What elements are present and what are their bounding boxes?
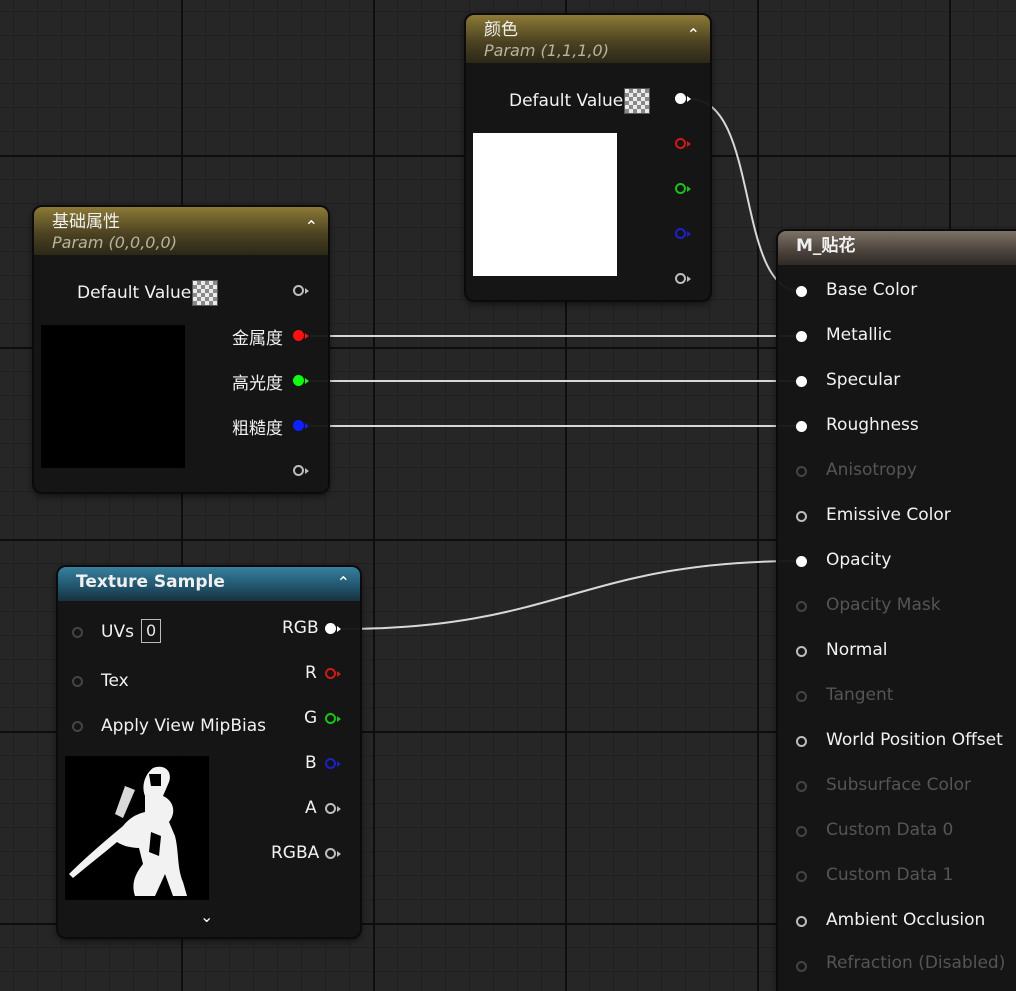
output-label-r: R: [305, 663, 317, 683]
input-pin-tex[interactable]: [72, 676, 83, 687]
output-pin-default[interactable]: [293, 285, 304, 296]
output-pin-g[interactable]: [325, 713, 336, 724]
input-pin-uvs[interactable]: [72, 627, 83, 638]
output-label-roughness: 粗糙度: [232, 419, 283, 439]
output-pin-b[interactable]: [325, 758, 336, 769]
output-pin-specular[interactable]: [293, 375, 304, 386]
collapse-icon[interactable]: ⌃: [337, 573, 350, 592]
base-node-title: 基础属性: [52, 212, 120, 232]
output-pin-a[interactable]: [293, 465, 304, 476]
input-pin-specular[interactable]: [796, 376, 807, 387]
output-pin-rgba[interactable]: [325, 848, 336, 859]
input-pin-world-position-offset[interactable]: [796, 736, 807, 747]
output-pin-metallic[interactable]: [293, 330, 304, 341]
color-preview: [473, 133, 617, 276]
output-pin-g[interactable]: [675, 183, 686, 194]
output-pin-a[interactable]: [675, 273, 686, 284]
color-node-title: 颜色: [484, 20, 518, 40]
input-label-tex: Tex: [101, 671, 129, 691]
output-label-rgb: RGB: [282, 618, 319, 638]
output-pin-b[interactable]: [675, 228, 686, 239]
texture-preview: [65, 756, 209, 900]
input-label-opacity-mask: Opacity Mask: [826, 595, 941, 615]
collapse-icon[interactable]: ⌃: [687, 25, 700, 44]
output-label-rgba: RGBA: [271, 843, 320, 863]
input-pin-metallic[interactable]: [796, 331, 807, 342]
input-label-roughness: Roughness: [826, 415, 919, 435]
input-pin-opacity-mask[interactable]: [796, 601, 807, 612]
input-pin-ambient-occlusion[interactable]: [796, 916, 807, 927]
base-param-node[interactable]: 基础属性 Param (0,0,0,0) ⌃ Default Value 金属度…: [34, 207, 328, 492]
output-label-a: A: [305, 798, 317, 818]
input-label-anisotropy: Anisotropy: [826, 460, 917, 480]
output-pin-r[interactable]: [325, 668, 336, 679]
input-pin-custom-data-0[interactable]: [796, 826, 807, 837]
input-label-uvs: UVs: [101, 622, 134, 642]
output-pin-roughness[interactable]: [293, 420, 304, 431]
output-label-b: B: [305, 753, 317, 773]
input-pin-custom-data-1[interactable]: [796, 871, 807, 882]
color-node-subtitle: Param (1,1,1,0): [484, 41, 609, 60]
input-pin-mipbias[interactable]: [72, 721, 83, 732]
input-pin-base-color[interactable]: [796, 286, 807, 297]
input-label-normal: Normal: [826, 640, 888, 660]
input-pin-normal[interactable]: [796, 646, 807, 657]
output-pin-a[interactable]: [325, 803, 336, 814]
input-label-tangent: Tangent: [826, 685, 894, 705]
expand-chevron-icon[interactable]: ⌄: [200, 907, 213, 926]
default-value-swatch[interactable]: [192, 280, 218, 306]
base-node-subtitle: Param (0,0,0,0): [52, 233, 177, 252]
input-label-base-color: Base Color: [826, 280, 918, 300]
input-label-emissive-color: Emissive Color: [826, 505, 951, 525]
input-pin-refraction[interactable]: [796, 961, 807, 972]
input-label-ambient-occlusion: Ambient Occlusion: [826, 910, 986, 930]
input-label-subsurface-color: Subsurface Color: [826, 775, 971, 795]
input-pin-anisotropy[interactable]: [796, 466, 807, 477]
color-node-header[interactable]: 颜色 Param (1,1,1,0) ⌃: [466, 15, 710, 63]
input-pin-tangent[interactable]: [796, 691, 807, 702]
output-label-g: G: [304, 708, 318, 728]
texture-node-title: Texture Sample: [76, 572, 225, 592]
uvs-value-input[interactable]: 0: [141, 619, 162, 643]
input-label-opacity: Opacity: [826, 550, 892, 570]
material-node-header[interactable]: M_贴花: [778, 231, 1016, 265]
output-label-metallic: 金属度: [232, 329, 283, 349]
color-param-node[interactable]: 颜色 Param (1,1,1,0) ⌃ Default Value: [466, 15, 710, 300]
output-pin-rgb[interactable]: [325, 623, 336, 634]
default-value-swatch[interactable]: [624, 88, 650, 114]
input-label-custom-data-0: Custom Data 0: [826, 820, 954, 840]
input-label-world-position-offset: World Position Offset: [826, 730, 1003, 750]
default-value-label: Default Value: [77, 283, 192, 303]
output-pin-r[interactable]: [675, 138, 686, 149]
texture-sample-node[interactable]: Texture Sample ⌃ UVs 0 Tex Apply View Mi…: [58, 567, 360, 937]
input-pin-roughness[interactable]: [796, 421, 807, 432]
input-label-refraction: Refraction (Disabled): [826, 953, 1006, 973]
texture-node-header[interactable]: Texture Sample ⌃: [58, 567, 360, 601]
input-label-mipbias: Apply View MipBias: [101, 716, 266, 736]
material-node-title: M_贴花: [796, 236, 856, 256]
output-label-specular: 高光度: [232, 374, 283, 394]
default-value-label: Default Value: [509, 91, 624, 111]
input-pin-emissive-color[interactable]: [796, 511, 807, 522]
input-pin-opacity[interactable]: [796, 556, 807, 567]
color-preview: [41, 325, 185, 468]
output-pin-default[interactable]: [675, 93, 686, 104]
input-label-custom-data-1: Custom Data 1: [826, 865, 954, 885]
input-pin-subsurface-color[interactable]: [796, 781, 807, 792]
base-node-header[interactable]: 基础属性 Param (0,0,0,0) ⌃: [34, 207, 328, 255]
input-label-specular: Specular: [826, 370, 901, 390]
collapse-icon[interactable]: ⌃: [305, 217, 318, 236]
input-label-metallic: Metallic: [826, 325, 892, 345]
